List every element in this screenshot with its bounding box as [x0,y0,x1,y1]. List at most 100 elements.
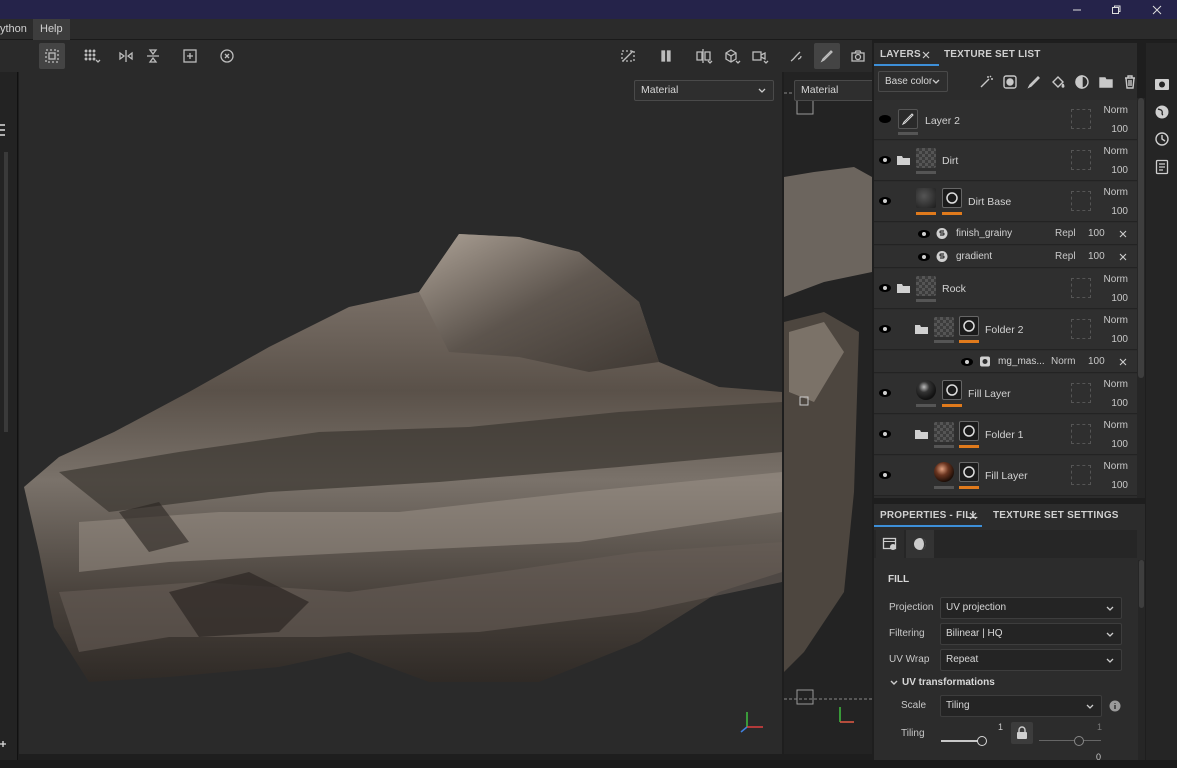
projection-dropdown[interactable]: UV projection [940,597,1122,619]
eye-icon[interactable] [878,428,892,440]
layer-opacity[interactable]: 100 [1111,398,1128,409]
close-tab-icon[interactable] [968,511,978,521]
eye-icon[interactable] [960,356,974,368]
tiling-v-slider-track[interactable] [1039,740,1101,741]
layer-row-rock[interactable]: Rock Norm 100 [874,269,1137,309]
properties-scrollbar[interactable] [1138,560,1145,760]
split-view-button[interactable] [691,43,717,69]
effect-row-finish-grainy[interactable]: finish_grainy Repl 100 [874,223,1137,245]
layer-blend-mode[interactable]: Norm [1104,315,1128,326]
restore-button[interactable] [1099,0,1133,19]
hide-camera-button[interactable] [615,43,641,69]
filtering-dropdown[interactable]: Bilinear | HQ [940,623,1122,645]
uv-wrap-dropdown[interactable]: Repeat [940,649,1122,671]
subtab-fill-settings[interactable] [876,530,904,558]
paint-tool-button[interactable] [814,43,840,69]
tiling-lock-button[interactable] [1011,722,1033,744]
add-smart-material-button[interactable] [1073,73,1091,91]
layer-blend-mode[interactable]: Norm [1104,187,1128,198]
folder-icon[interactable] [914,322,930,336]
grid-options-button[interactable] [79,43,105,69]
effect-row-gradient[interactable]: gradient Repl 100 [874,246,1137,268]
tab-texture-set-list[interactable]: TEXTURE SET LIST [944,43,1041,66]
info-icon[interactable] [1109,700,1121,712]
effect-blend-mode[interactable]: Repl [1055,228,1076,239]
pause-button[interactable] [653,43,679,69]
effect-row-mg-mask[interactable]: mg_mas... Norm 100 [874,351,1137,373]
tiling-v-slider-thumb[interactable] [1074,736,1084,746]
layers-scrollbar[interactable] [1137,98,1145,498]
layer-opacity[interactable]: 100 [1111,334,1128,345]
display-settings-icon[interactable] [1154,77,1170,93]
camera-button[interactable] [747,43,773,69]
add-folder-button[interactable] [1097,73,1115,91]
log-icon[interactable] [1154,159,1170,175]
tab-properties-fill[interactable]: PROPERTIES - FILL [880,504,978,527]
add-paint-layer-button[interactable] [1025,73,1043,91]
add-mask-button[interactable] [1001,73,1019,91]
selection-mode-button[interactable] [39,43,65,69]
effect-blend-mode[interactable]: Norm [1051,356,1075,367]
effect-blend-mode[interactable]: Repl [1055,251,1076,262]
layer-opacity[interactable]: 100 [1111,293,1128,304]
eye-icon[interactable] [917,251,931,263]
add-effect-button[interactable] [977,73,995,91]
history-reset-button[interactable] [214,43,240,69]
subtab-material[interactable] [906,530,934,558]
layer-row-folder-2[interactable]: Folder 2 Norm 100 [874,310,1137,350]
layer-blend-mode[interactable]: Norm [1104,146,1128,157]
layer-row-folder-1[interactable]: Folder 1 Norm 100 [874,415,1137,455]
layer-row-fill-layer-1[interactable]: Fill Layer Norm 100 [874,374,1137,414]
remove-effect-icon[interactable] [1119,358,1127,366]
layer-blend-mode[interactable]: Norm [1104,461,1128,472]
layer-row-dirt-base[interactable]: Dirt Base Norm 100 [874,182,1137,222]
close-window-button[interactable] [1140,0,1174,19]
layer-opacity[interactable]: 100 [1111,206,1128,217]
effect-opacity[interactable]: 100 [1088,251,1105,262]
layer-blend-mode[interactable]: Norm [1104,274,1128,285]
layer-blend-mode[interactable]: Norm [1104,105,1128,116]
uv-transformations-header[interactable]: UV transformations [902,677,995,688]
tab-texture-set-settings[interactable]: TEXTURE SET SETTINGS [993,504,1119,527]
layer-opacity[interactable]: 100 [1111,165,1128,176]
add-fill-layer-button[interactable] [1049,73,1067,91]
chevron-down-icon[interactable] [889,678,899,688]
eye-icon[interactable] [917,228,931,240]
eye-icon[interactable] [878,469,892,481]
effect-opacity[interactable]: 100 [1088,356,1105,367]
viewport-2d[interactable]: Material [784,72,872,754]
mirror-x-button[interactable] [113,43,139,69]
menu-help[interactable]: Help [33,19,70,40]
eye-icon[interactable] [878,387,892,399]
scale-dropdown[interactable]: Tiling [940,695,1102,717]
display-mode-button[interactable] [719,43,745,69]
remove-effect-icon[interactable] [1119,230,1127,238]
channel-select[interactable]: Base color [878,71,948,92]
tiling-u-slider-thumb[interactable] [977,736,987,746]
layer-row-dirt[interactable]: Dirt Norm 100 [874,141,1137,181]
effect-opacity[interactable]: 100 [1088,228,1105,239]
eye-icon[interactable] [878,195,892,207]
folder-open-icon[interactable] [914,427,930,441]
remove-effect-icon[interactable] [1119,253,1127,261]
eye-icon[interactable] [878,154,892,166]
eye-icon[interactable] [878,323,892,335]
minimize-button[interactable] [1060,0,1094,19]
folder-open-icon[interactable] [896,153,912,167]
tab-layers[interactable]: LAYERS [880,43,921,66]
layer-opacity[interactable]: 100 [1111,439,1128,450]
viewport-3d-channel-select[interactable]: Material [634,80,774,101]
layer-opacity[interactable]: 100 [1111,124,1128,135]
left-scrollbar[interactable] [4,152,8,432]
physics-tool-button[interactable] [783,43,809,69]
properties-scroll-thumb[interactable] [1139,560,1144,608]
globe-icon[interactable] [1154,104,1170,120]
menu-python[interactable]: ython [0,19,34,40]
layer-blend-mode[interactable]: Norm [1104,420,1128,431]
screenshot-button[interactable] [845,43,871,69]
history-icon[interactable] [1154,131,1170,147]
viewport-2d-channel-select[interactable]: Material [794,80,872,101]
layer-opacity[interactable]: 100 [1111,480,1128,491]
visibility-hidden-icon[interactable] [878,113,892,125]
eye-icon[interactable] [878,282,892,294]
